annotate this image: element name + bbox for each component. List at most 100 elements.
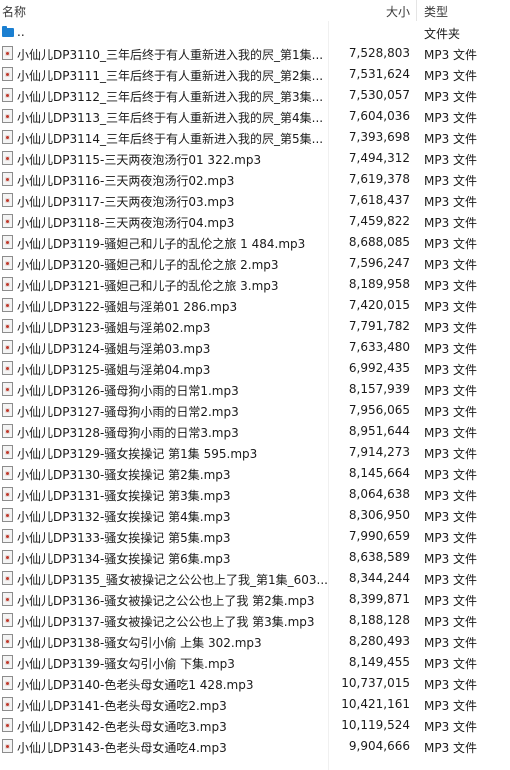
column-divider[interactable]: [416, 0, 417, 21]
name-cell: 小仙儿DP3118-三天两夜泡汤行04.mp3: [0, 211, 328, 232]
file-type: MP3 文件: [424, 720, 478, 734]
mp3-file-icon: [2, 193, 13, 207]
name-cell: 小仙儿DP3113_三年后终于有人重新进入我的屄_第4集...: [0, 106, 328, 127]
file-size: 8,306,950: [348, 508, 410, 522]
file-name: 小仙儿DP3141-色老头母女通吃2.mp3: [17, 699, 227, 713]
name-cell: 小仙儿DP3138-骚女勾引小偷 上集 302.mp3: [0, 631, 328, 652]
file-row[interactable]: 小仙儿DP3124-骚姐与淫弟03.mp3 7,633,480 MP3 文件: [0, 337, 510, 358]
mp3-file-icon: [2, 445, 13, 459]
name-cell: 小仙儿DP3124-骚姐与淫弟03.mp3: [0, 337, 328, 358]
file-name: 小仙儿DP3138-骚女勾引小偷 上集 302.mp3: [17, 636, 262, 650]
name-cell: 小仙儿DP3112_三年后终于有人重新进入我的屄_第3集...: [0, 85, 328, 106]
mp3-file-icon: [2, 697, 13, 711]
file-row[interactable]: 小仙儿DP3140-色老头母女通吃1 428.mp3 10,737,015 MP3 …: [0, 673, 510, 694]
file-row[interactable]: 小仙儿DP3125-骚姐与淫弟04.mp3 6,992,435 MP3 文件: [0, 358, 510, 379]
file-name: 小仙儿DP3123-骚姐与淫弟02.mp3: [17, 321, 211, 335]
file-size: 8,951,644: [348, 424, 410, 438]
file-row[interactable]: 小仙儿DP3111_三年后终于有人重新进入我的屄_第2集... 7,531,624…: [0, 64, 510, 85]
file-type: MP3 文件: [424, 657, 478, 671]
file-row[interactable]: 小仙儿DP3129-骚女挨操记 第1集 595.mp3 7,914,273 MP3 …: [0, 442, 510, 463]
file-row[interactable]: 小仙儿DP3123-骚姐与淫弟02.mp3 7,791,782 MP3 文件: [0, 316, 510, 337]
mp3-file-icon: [2, 487, 13, 501]
file-size: 8,280,493: [348, 634, 410, 648]
file-row[interactable]: 小仙儿DP3127-骚母狗小雨的日常2.mp3 7,956,065 MP3 文件: [0, 400, 510, 421]
file-row[interactable]: 小仙儿DP3114_三年后终于有人重新进入我的屄_第5集... 7,393,698…: [0, 127, 510, 148]
mp3-file-icon: [2, 256, 13, 270]
file-size: 8,189,958: [348, 277, 410, 291]
file-name: 小仙儿DP3122-骚姐与淫弟01 286.mp3: [17, 300, 238, 314]
file-row[interactable]: 小仙儿DP3116-三天两夜泡汤行02.mp3 7,619,378 MP3 文件: [0, 169, 510, 190]
file-type: MP3 文件: [424, 111, 478, 125]
name-cell: 小仙儿DP3122-骚姐与淫弟01 286.mp3: [0, 295, 328, 316]
file-row[interactable]: 小仙儿DP3130-骚女挨操记 第2集.mp3 8,145,664 MP3 文件: [0, 463, 510, 484]
file-row[interactable]: 小仙儿DP3142-色老头母女通吃3.mp3 10,119,524 MP3 文件: [0, 715, 510, 736]
file-list: 名称 大小 类型 .. 文件夹 小仙儿DP3110_三年后终于有人重新进入我的屄…: [0, 0, 510, 770]
file-type: MP3 文件: [424, 510, 478, 524]
file-row[interactable]: 小仙儿DP3138-骚女勾引小偷 上集 302.mp3 8,280,493 MP3 …: [0, 631, 510, 652]
file-row[interactable]: 小仙儿DP3110_三年后终于有人重新进入我的屄_第1集... 7,528,803…: [0, 43, 510, 64]
file-row[interactable]: 小仙儿DP3137-骚女被操记之公公也上了我 第3集.mp3 8,188,128 M…: [0, 610, 510, 631]
name-cell: 小仙儿DP3119-骚妲己和儿子的乱伦之旅 1 484.mp3: [0, 232, 328, 253]
file-size: 6,992,435: [348, 361, 410, 375]
file-row[interactable]: 小仙儿DP3118-三天两夜泡汤行04.mp3 7,459,822 MP3 文件: [0, 211, 510, 232]
column-header-size[interactable]: 大小: [386, 3, 410, 20]
file-size: 9,904,666: [348, 739, 410, 753]
file-row[interactable]: 小仙儿DP3120-骚妲己和儿子的乱伦之旅 2.mp3 7,596,247 MP3 …: [0, 253, 510, 274]
column-header-name[interactable]: 名称: [2, 3, 26, 20]
file-row[interactable]: 小仙儿DP3135_骚女被操记之公公也上了我_第1集_603.... 8,344,…: [0, 568, 510, 589]
file-name: 小仙儿DP3130-骚女挨操记 第2集.mp3: [17, 468, 231, 482]
file-row[interactable]: 小仙儿DP3117-三天两夜泡汤行03.mp3 7,618,437 MP3 文件: [0, 190, 510, 211]
file-type: MP3 文件: [424, 615, 478, 629]
mp3-file-icon: [2, 235, 13, 249]
column-header-type[interactable]: 类型: [424, 3, 448, 20]
file-row[interactable]: 小仙儿DP3134-骚女挨操记 第6集.mp3 8,638,589 MP3 文件: [0, 547, 510, 568]
file-type: MP3 文件: [424, 195, 478, 209]
parent-folder-row[interactable]: .. 文件夹: [0, 22, 510, 43]
file-row[interactable]: 小仙儿DP3115-三天两夜泡汤行01 322.mp3 7,494,312 MP3 …: [0, 148, 510, 169]
file-name: 小仙儿DP3142-色老头母女通吃3.mp3: [17, 720, 227, 734]
mp3-file-icon: [2, 130, 13, 144]
file-row[interactable]: 小仙儿DP3141-色老头母女通吃2.mp3 10,421,161 MP3 文件: [0, 694, 510, 715]
file-row[interactable]: 小仙儿DP3119-骚妲己和儿子的乱伦之旅 1 484.mp3 8,688,085…: [0, 232, 510, 253]
file-row[interactable]: 小仙儿DP3112_三年后终于有人重新进入我的屄_第3集... 7,530,057…: [0, 85, 510, 106]
file-size: 7,531,624: [348, 67, 410, 81]
file-row[interactable]: 小仙儿DP3121-骚妲己和儿子的乱伦之旅 3.mp3 8,189,958 MP3 …: [0, 274, 510, 295]
file-row[interactable]: 小仙儿DP3131-骚女挨操记 第3集.mp3 8,064,638 MP3 文件: [0, 484, 510, 505]
name-cell: 小仙儿DP3141-色老头母女通吃2.mp3: [0, 694, 328, 715]
name-cell: 小仙儿DP3126-骚母狗小雨的日常1.mp3: [0, 379, 328, 400]
file-name: 小仙儿DP3135_骚女被操记之公公也上了我_第1集_603....: [17, 573, 328, 587]
mp3-file-icon: [2, 67, 13, 81]
file-row[interactable]: 小仙儿DP3143-色老头母女通吃4.mp3 9,904,666 MP3 文件: [0, 736, 510, 757]
folder-up-icon: [2, 26, 14, 37]
file-size: 8,638,589: [348, 550, 410, 564]
file-size: 10,119,524: [341, 718, 410, 732]
name-cell: 小仙儿DP3117-三天两夜泡汤行03.mp3: [0, 190, 328, 211]
file-name: 小仙儿DP3114_三年后终于有人重新进入我的屄_第5集...: [17, 132, 324, 146]
name-cell: 小仙儿DP3135_骚女被操记之公公也上了我_第1集_603....: [0, 568, 328, 589]
file-size: 8,064,638: [348, 487, 410, 501]
file-name: 小仙儿DP3115-三天两夜泡汤行01 322.mp3: [17, 153, 262, 167]
file-size: 7,528,803: [348, 46, 410, 60]
file-type: MP3 文件: [424, 174, 478, 188]
file-name: 小仙儿DP3143-色老头母女通吃4.mp3: [17, 741, 227, 755]
file-row[interactable]: 小仙儿DP3126-骚母狗小雨的日常1.mp3 8,157,939 MP3 文件: [0, 379, 510, 400]
file-type: MP3 文件: [424, 636, 478, 650]
file-type: MP3 文件: [424, 300, 478, 314]
file-type: MP3 文件: [424, 69, 478, 83]
file-row[interactable]: 小仙儿DP3128-骚母狗小雨的日常3.mp3 8,951,644 MP3 文件: [0, 421, 510, 442]
file-row[interactable]: 小仙儿DP3132-骚女挨操记 第4集.mp3 8,306,950 MP3 文件: [0, 505, 510, 526]
file-row[interactable]: 小仙儿DP3122-骚姐与淫弟01 286.mp3 7,420,015 MP3 文件: [0, 295, 510, 316]
name-cell: 小仙儿DP3123-骚姐与淫弟02.mp3: [0, 316, 328, 337]
file-row[interactable]: 小仙儿DP3139-骚女勾引小偷 下集.mp3 8,149,455 MP3 文件: [0, 652, 510, 673]
name-cell: 小仙儿DP3140-色老头母女通吃1 428.mp3: [0, 673, 328, 694]
name-cell: 小仙儿DP3127-骚母狗小雨的日常2.mp3: [0, 400, 328, 421]
file-name: 小仙儿DP3118-三天两夜泡汤行04.mp3: [17, 216, 235, 230]
column-header: 名称 大小 类型: [0, 0, 510, 21]
file-row[interactable]: 小仙儿DP3133-骚女挨操记 第5集.mp3 7,990,659 MP3 文件: [0, 526, 510, 547]
file-type: MP3 文件: [424, 531, 478, 545]
file-row[interactable]: 小仙儿DP3136-骚女被操记之公公也上了我 第2集.mp3 8,399,871 M…: [0, 589, 510, 610]
file-row[interactable]: 小仙儿DP3113_三年后终于有人重新进入我的屄_第4集... 7,604,036…: [0, 106, 510, 127]
file-name: 小仙儿DP3126-骚母狗小雨的日常1.mp3: [17, 384, 239, 398]
mp3-file-icon: [2, 508, 13, 522]
mp3-file-icon: [2, 571, 13, 585]
